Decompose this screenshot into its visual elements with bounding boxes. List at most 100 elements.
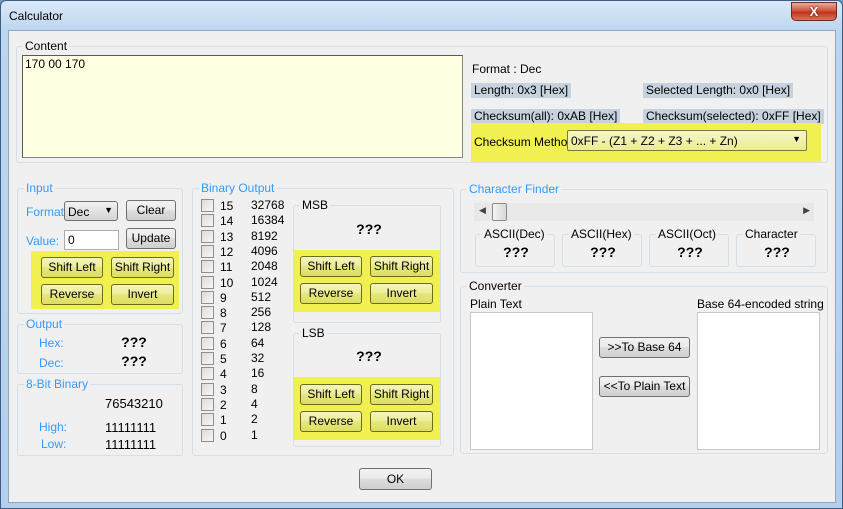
bit-weight: 32768 — [251, 198, 285, 212]
bit-weight: 1 — [251, 427, 258, 442]
bit-weight: 16384 — [251, 213, 285, 228]
msb-reverse-button[interactable]: Reverse — [300, 283, 362, 304]
value-input[interactable] — [64, 230, 119, 250]
bit-row: 11 2048 — [201, 259, 291, 274]
bit-number: 3 — [220, 382, 227, 397]
format-readout: Format : Dec — [472, 62, 542, 76]
checksum-method-value: 0xFF - (Z1 + Z2 + Z3 + ... + Zn) — [571, 134, 738, 148]
slider-thumb[interactable] — [492, 203, 507, 221]
bit-row: 01 — [201, 428, 291, 443]
chevron-down-icon: ▼ — [792, 134, 801, 144]
plain-text-label: Plain Text — [470, 297, 522, 311]
lsb-shift-left-button[interactable]: Shift Left — [300, 384, 362, 405]
bit-checkbox[interactable] — [201, 306, 214, 320]
bit-checkbox[interactable] — [201, 336, 214, 350]
bit-number: 8 — [220, 306, 227, 321]
bit-checkbox[interactable] — [201, 413, 214, 427]
char-box-value: ??? — [503, 244, 529, 260]
format-label: Format: — [26, 205, 68, 219]
content-label: Content — [23, 39, 70, 53]
msb-shift-right-button[interactable]: Shift Right — [370, 256, 433, 277]
character-slider[interactable]: ◀ ▶ — [474, 203, 814, 221]
bit-checkbox[interactable] — [201, 382, 214, 396]
ok-button[interactable]: OK — [359, 468, 432, 490]
bit-positions: 76543210 — [105, 396, 163, 411]
format-select[interactable]: Dec ▼ — [64, 201, 118, 221]
msb-shift-left-button[interactable]: Shift Left — [300, 256, 362, 277]
lsb-shift-right-button[interactable]: Shift Right — [370, 384, 433, 405]
high-label: High: — [39, 420, 68, 434]
update-button[interactable]: Update — [126, 228, 176, 249]
checksum-method-label: Checksum Method: — [474, 135, 578, 149]
bit-number: 5 — [220, 352, 227, 366]
bit-row: 24 — [201, 397, 291, 412]
bit-checkbox[interactable] — [201, 275, 214, 289]
bit-weight: 512 — [251, 289, 272, 304]
bit-checkbox[interactable] — [201, 260, 214, 274]
close-button[interactable]: X — [791, 2, 837, 21]
bit-weight: 4096 — [251, 243, 278, 258]
bit-row: 5 32 — [201, 351, 291, 366]
checksum-method-dropdown[interactable]: 0xFF - (Z1 + Z2 + Z3 + ... + Zn) ▼ — [567, 130, 807, 151]
bit-checkbox[interactable] — [201, 290, 214, 304]
bit-weight: 32 — [251, 351, 265, 365]
char-box-label: Character — [743, 227, 800, 241]
bit-number: 7 — [220, 321, 227, 336]
bit-row: 7 128 — [201, 320, 291, 335]
bit-checkbox[interactable] — [201, 199, 214, 212]
low-value: 11111111 — [105, 437, 157, 452]
bit-checkbox[interactable] — [201, 214, 214, 228]
bit-weight: 8192 — [251, 228, 278, 243]
bit-row: 9 512 — [201, 290, 291, 305]
to-base64-button[interactable]: >>To Base 64 — [599, 337, 690, 358]
checksum-selected-readout: Checksum(selected): 0xFF [Hex] — [643, 109, 824, 124]
bit-weight: 16 — [251, 366, 265, 381]
char-box-label: ASCII(Oct) — [656, 227, 719, 241]
input-invert-button[interactable]: Invert — [111, 284, 174, 305]
char-box: ASCII(Dec)??? — [475, 227, 555, 267]
msb-invert-button[interactable]: Invert — [370, 283, 433, 304]
bit-weight: 2048 — [251, 259, 278, 274]
close-icon: X — [809, 4, 819, 19]
input-shift-right-button[interactable]: Shift Right — [111, 257, 174, 278]
bit-weight: 64 — [251, 335, 265, 350]
input-reverse-button[interactable]: Reverse — [41, 284, 103, 305]
bit-checkbox[interactable] — [201, 352, 214, 365]
input-shift-left-button[interactable]: Shift Left — [41, 257, 103, 278]
content-textarea[interactable]: 170 00 170 — [22, 55, 463, 158]
title-bar: Calculator X — [1, 1, 842, 31]
clear-button[interactable]: Clear — [126, 200, 176, 221]
msb-label: MSB — [300, 198, 331, 212]
arrow-right-icon: ▶ — [803, 205, 810, 215]
bit-weight: 2 — [251, 412, 258, 427]
plain-text-input[interactable] — [470, 312, 593, 450]
bit-number: 0 — [220, 428, 227, 443]
arrow-left-icon: ◀ — [479, 205, 486, 215]
dec-label: Dec: — [39, 356, 64, 370]
base64-input[interactable] — [697, 312, 820, 450]
lsb-invert-button[interactable]: Invert — [370, 411, 433, 432]
char-box-value: ??? — [677, 244, 703, 260]
base64-label: Base 64-encoded string — [697, 297, 824, 311]
char-box: ASCII(Oct)??? — [649, 227, 729, 267]
bit-checkbox[interactable] — [201, 229, 214, 243]
calculator-window: Calculator X Content 170 00 170 Format :… — [0, 0, 843, 509]
char-box-label: ASCII(Hex) — [569, 227, 634, 241]
bit-number: 12 — [220, 244, 234, 259]
bit-checkbox[interactable] — [201, 397, 214, 411]
to-plain-text-button[interactable]: <<To Plain Text — [599, 376, 690, 397]
converter-label: Converter — [467, 279, 524, 293]
char-box: Character??? — [736, 227, 816, 267]
hex-value: ??? — [121, 334, 147, 350]
bit-checkbox[interactable] — [201, 428, 214, 442]
lsb-reverse-button[interactable]: Reverse — [300, 411, 362, 432]
bit-checkbox[interactable] — [201, 367, 214, 381]
bit-row: 6 64 — [201, 336, 291, 351]
lsb-value: ??? — [356, 348, 382, 364]
bit-checkbox[interactable] — [201, 321, 214, 335]
bit-row: 12 4096 — [201, 244, 291, 259]
char-box-label: ASCII(Dec) — [482, 227, 547, 241]
bit-row: 14 16384 — [201, 213, 291, 228]
low-label: Low: — [41, 437, 67, 451]
bit-checkbox[interactable] — [201, 244, 214, 258]
